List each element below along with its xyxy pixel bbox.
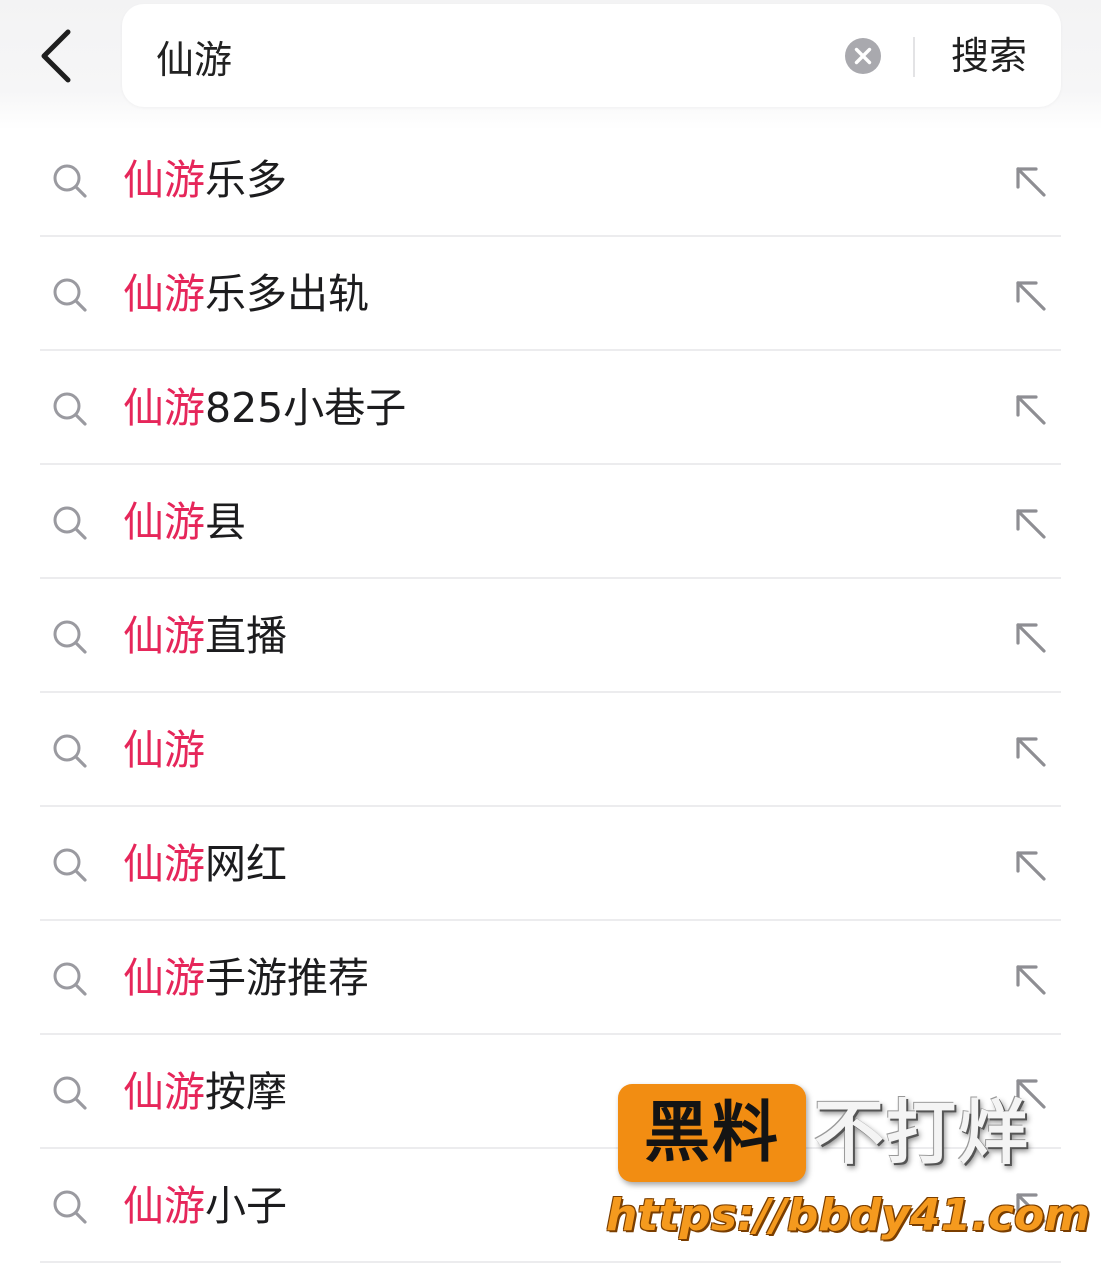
suggestion-item[interactable]: 仙游: [0, 693, 1101, 807]
chevron-left-icon: [41, 29, 71, 83]
suggestion-text: 仙游县: [123, 492, 246, 552]
suggestion-rest: 小子: [205, 1182, 287, 1230]
suggestion-highlight: 仙游: [123, 156, 205, 204]
suggestion-text: 仙游小子: [123, 1176, 287, 1236]
arrow-up-left-icon[interactable]: [1012, 733, 1048, 769]
suggestion-item[interactable]: 仙游手游推荐: [0, 921, 1101, 1035]
suggestion-item[interactable]: 仙游乐多出轨: [0, 237, 1101, 351]
search-icon: [53, 620, 87, 654]
suggestion-rest: 网红: [205, 840, 287, 888]
arrow-up-left-icon[interactable]: [1012, 961, 1048, 997]
arrow-up-left-icon[interactable]: [1012, 619, 1048, 655]
suggestion-highlight: 仙游: [123, 270, 205, 318]
suggestion-item[interactable]: 仙游乐多: [0, 123, 1101, 237]
search-icon: [53, 392, 87, 426]
suggestion-text: 仙游网红: [123, 834, 287, 894]
clear-search-button[interactable]: [844, 37, 882, 75]
arrow-up-left-icon[interactable]: [1012, 163, 1048, 199]
search-icon: [53, 1190, 87, 1224]
suggestion-text: 仙游825小巷子: [123, 378, 406, 438]
suggestion-text: 仙游手游推荐: [123, 948, 369, 1008]
search-icon: [53, 1076, 87, 1110]
suggestion-text: 仙游: [123, 720, 205, 780]
watermark: 黑料 不打烊 https://bbdy41.com: [606, 1082, 1091, 1252]
search-icon: [53, 506, 87, 540]
search-icon: [53, 962, 87, 996]
suggestion-item[interactable]: 仙游直播: [0, 579, 1101, 693]
suggestion-rest: 手游推荐: [205, 954, 369, 1002]
suggestion-rest: 825小巷子: [205, 384, 407, 432]
suggestion-item[interactable]: 仙游县: [0, 465, 1101, 579]
row-divider: [40, 1261, 1061, 1263]
search-icon: [53, 734, 87, 768]
search-submit-button[interactable]: 搜索: [934, 26, 1044, 86]
watermark-text: 不打烊: [814, 1092, 1030, 1174]
suggestion-rest: 按摩: [205, 1068, 287, 1116]
search-input[interactable]: [156, 26, 796, 86]
suggestion-highlight: 仙游: [123, 1068, 205, 1116]
search-box: 搜索: [122, 4, 1061, 107]
search-header: 搜索: [0, 0, 1101, 130]
search-icon: [53, 278, 87, 312]
suggestion-item[interactable]: 仙游825小巷子: [0, 351, 1101, 465]
suggestion-text: 仙游乐多: [123, 150, 287, 210]
clear-circle-icon: [845, 38, 881, 74]
suggestion-highlight: 仙游: [123, 1182, 205, 1230]
arrow-up-left-icon[interactable]: [1012, 391, 1048, 427]
suggestion-highlight: 仙游: [123, 840, 205, 888]
suggestion-highlight: 仙游: [123, 612, 205, 660]
suggestion-text: 仙游直播: [123, 606, 287, 666]
suggestion-rest: 直播: [205, 612, 287, 660]
suggestion-highlight: 仙游: [123, 954, 205, 1002]
arrow-up-left-icon[interactable]: [1012, 505, 1048, 541]
watermark-url: https://bbdy41.com: [606, 1190, 1091, 1241]
arrow-up-left-icon[interactable]: [1012, 847, 1048, 883]
suggestion-highlight: 仙游: [123, 498, 205, 546]
watermark-badge: 黑料: [618, 1084, 806, 1182]
suggestion-rest: 乐多: [205, 156, 287, 204]
suggestion-rest: 县: [205, 498, 246, 546]
search-icon: [53, 848, 87, 882]
arrow-up-left-icon[interactable]: [1012, 277, 1048, 313]
suggestion-rest: 乐多出轨: [205, 270, 369, 318]
search-icon: [53, 164, 87, 198]
back-button[interactable]: [18, 18, 94, 94]
suggestion-text: 仙游按摩: [123, 1062, 287, 1122]
suggestion-text: 仙游乐多出轨: [123, 264, 369, 324]
suggestion-highlight: 仙游: [123, 384, 205, 432]
suggestion-item[interactable]: 仙游网红: [0, 807, 1101, 921]
search-divider: [913, 37, 915, 77]
suggestion-highlight: 仙游: [123, 726, 205, 774]
